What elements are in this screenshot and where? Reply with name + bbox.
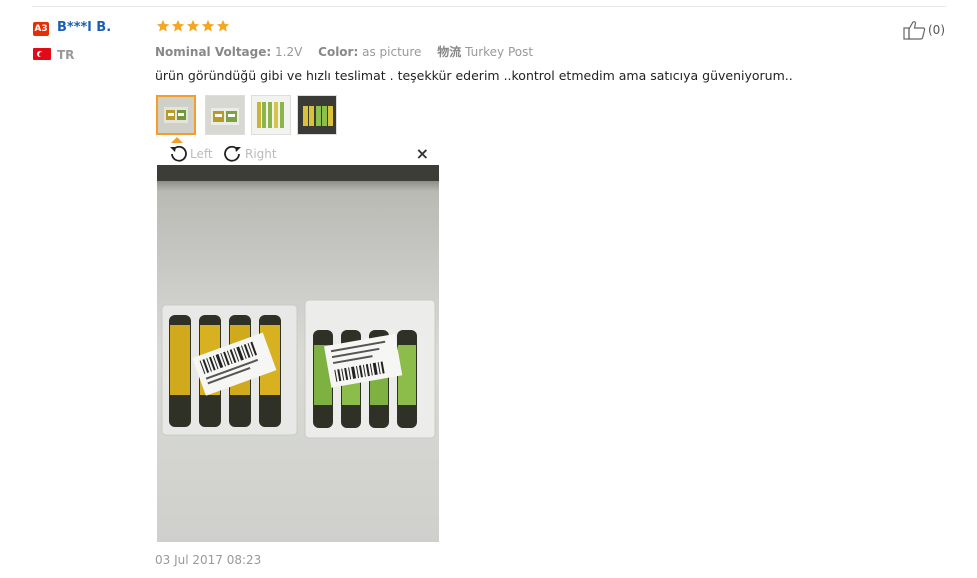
helpful-like-button[interactable]: (0) <box>903 20 945 40</box>
reviewer-name: B***l B. <box>57 20 112 35</box>
like-count: (0) <box>928 23 945 37</box>
review-photo-thumbnail[interactable] <box>251 95 291 135</box>
buyer-level-badge: A3 <box>33 22 49 36</box>
rotate-left-icon <box>170 145 187 162</box>
star-icon <box>201 19 215 32</box>
attribute-value: 1.2V <box>275 45 303 59</box>
battery-photo-thumbnail-image <box>298 96 336 134</box>
close-viewer-button[interactable]: × <box>416 146 429 162</box>
review-photo-batteries <box>157 165 439 542</box>
thumbs-up-icon <box>903 21 926 40</box>
photo-viewer: Left Right × <box>156 143 439 543</box>
review-photo-thumbnail[interactable] <box>156 95 196 135</box>
battery-photo-thumbnail-image <box>206 96 244 134</box>
attribute-voltage: Nominal Voltage: 1.2V <box>155 45 302 59</box>
top-divider <box>32 6 946 7</box>
viewer-toolbar: Left Right × <box>156 143 439 165</box>
star-rating <box>156 19 230 33</box>
review-text: ürün göründüğü gibi ve hızlı teslimat . … <box>155 68 793 83</box>
star-icon <box>171 19 185 32</box>
attribute-name: Nominal Voltage: <box>155 45 272 59</box>
rotate-left-label: Left <box>190 147 213 161</box>
attribute-color: Color: as picture <box>318 45 421 59</box>
attribute-value: as picture <box>362 45 422 59</box>
reviewer-country: TR <box>57 48 75 62</box>
review-photo-thumbnail[interactable] <box>297 95 337 135</box>
star-icon <box>156 19 170 32</box>
review-date: 03 Jul 2017 08:23 <box>155 553 262 567</box>
rotate-right-button[interactable]: Right <box>222 144 277 164</box>
review-photo-thumbnail[interactable] <box>205 95 245 135</box>
battery-photo-thumbnail-image <box>252 96 290 134</box>
attribute-value: Turkey Post <box>465 45 534 59</box>
star-icon <box>216 19 230 32</box>
turkey-flag-icon <box>33 48 51 60</box>
battery-photo-thumbnail-image <box>158 97 194 133</box>
rotate-right-label: Right <box>245 147 277 161</box>
attribute-name: 物流 <box>437 45 462 59</box>
star-icon <box>186 19 200 32</box>
attribute-name: Color: <box>318 45 359 59</box>
rotate-left-button[interactable]: Left <box>167 144 213 164</box>
product-attributes: Nominal Voltage: 1.2V Color: as picture … <box>155 43 545 60</box>
attribute-logistics: 物流 Turkey Post <box>437 45 533 59</box>
rotate-right-icon <box>224 145 241 162</box>
